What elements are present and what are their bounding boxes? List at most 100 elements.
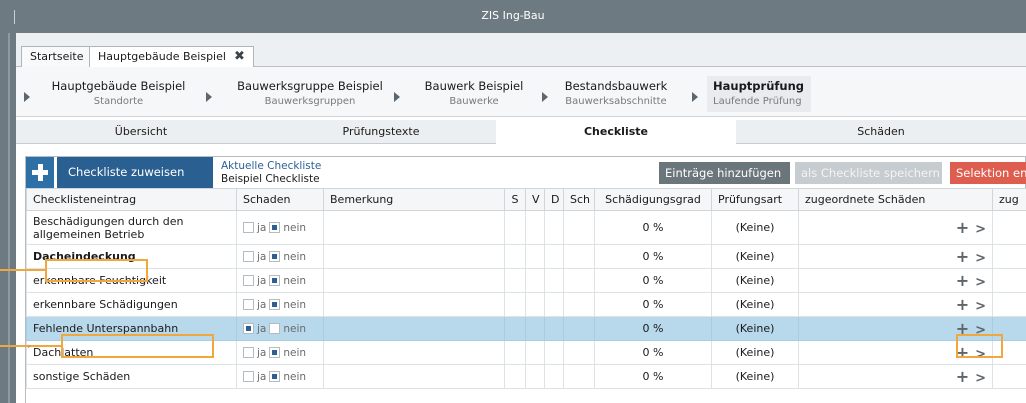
damage-yes-checkbox[interactable] (243, 323, 254, 334)
table-row[interactable]: Beschädigungen durch den allgemeinen Bet… (26, 210, 1026, 245)
sch-cell[interactable] (563, 316, 595, 341)
checklist-entry-cell[interactable]: sonstige Schäden (26, 364, 237, 389)
column-header[interactable]: D (544, 188, 564, 211)
chevron-right-icon[interactable]: > (975, 371, 986, 386)
table-row[interactable]: erkennbare Schädigungen ja nein 0 % (Keine) +… (26, 292, 1026, 317)
breadcrumb-item-bauwerksgruppen[interactable]: Bauwerksgruppe Beispiel Bauwerksgruppen (230, 79, 390, 109)
tab-schaeden[interactable]: Schäden (736, 120, 1026, 144)
d-cell[interactable] (544, 268, 564, 293)
chevron-right-icon[interactable]: > (975, 299, 986, 314)
sch-cell[interactable] (563, 210, 595, 245)
remark-cell[interactable] (323, 340, 505, 365)
chevron-right-icon[interactable]: > (975, 251, 986, 266)
chevron-right-icon[interactable]: > (975, 275, 986, 290)
checklist-entry-cell[interactable]: Beschädigungen durch den allgemeinen Bet… (26, 210, 237, 245)
d-cell[interactable] (544, 364, 564, 389)
remark-cell[interactable] (323, 364, 505, 389)
add-damage-icon[interactable]: + (956, 218, 969, 237)
tab-startseite[interactable]: Startseite (21, 46, 93, 67)
s-cell[interactable] (504, 340, 526, 365)
sch-cell[interactable] (563, 268, 595, 293)
add-damage-icon[interactable]: + (956, 247, 969, 266)
save-as-checklist-button[interactable]: als Checkliste speichern (795, 162, 942, 184)
s-cell[interactable] (504, 364, 526, 389)
breadcrumb-item-bauwerke[interactable]: Bauwerk Beispiel Bauwerke (418, 79, 530, 109)
sch-cell[interactable] (563, 340, 595, 365)
d-cell[interactable] (544, 210, 564, 245)
table-row[interactable]: Dacheindeckung ja nein 0 % (Keine) + > (26, 244, 1026, 269)
tab-checkliste[interactable]: Checkliste (496, 120, 736, 145)
add-entries-button[interactable]: Einträge hinzufügen (659, 162, 790, 184)
remark-cell[interactable] (323, 316, 505, 341)
v-cell[interactable] (525, 292, 545, 317)
damage-no-checkbox[interactable] (269, 222, 281, 233)
v-cell[interactable] (525, 316, 545, 341)
column-header[interactable]: Prüfungsart (711, 188, 799, 211)
damage-yes-checkbox[interactable] (243, 222, 254, 233)
column-header[interactable]: Schädigungsgrad (594, 188, 712, 211)
damage-no-checkbox[interactable] (269, 251, 281, 262)
s-cell[interactable] (504, 316, 526, 341)
damage-no-checkbox[interactable] (269, 371, 281, 382)
damage-no-checkbox[interactable] (269, 299, 281, 310)
tab-hauptgebaeude[interactable]: Hauptgebäude Beispiel ✖ (89, 46, 254, 68)
column-header[interactable]: S (504, 188, 526, 211)
damage-yes-checkbox[interactable] (243, 371, 254, 382)
remark-cell[interactable] (323, 292, 505, 317)
d-cell[interactable] (544, 316, 564, 341)
column-header[interactable]: Checklisteneintrag (26, 188, 237, 211)
damage-yes-checkbox[interactable] (243, 251, 254, 262)
s-cell[interactable] (504, 268, 526, 293)
breadcrumb-title: Bauwerk Beispiel (424, 79, 524, 93)
damage-yes-checkbox[interactable] (243, 299, 254, 310)
v-cell[interactable] (525, 268, 545, 293)
column-header[interactable]: Bemerkung (323, 188, 505, 211)
breadcrumb-item-bauwerksabschnitte[interactable]: Bestandsbauwerk Bauwerksabschnitte (558, 79, 674, 109)
s-cell[interactable] (504, 210, 526, 245)
s-cell[interactable] (504, 244, 526, 269)
breadcrumb-item-laufende-pruefung[interactable]: Hauptprüfung Laufende Prüfung (707, 76, 811, 112)
d-cell[interactable] (544, 340, 564, 365)
damage-yes-checkbox[interactable] (243, 347, 254, 358)
selection-button[interactable]: Selektion ent (950, 162, 1026, 184)
column-header[interactable]: Sch (563, 188, 595, 211)
d-cell[interactable] (544, 292, 564, 317)
tab-pruefungstexte[interactable]: Prüfungstexte (266, 120, 496, 144)
breadcrumb-item-standorte[interactable]: Hauptgebäude Beispiel Standorte (47, 79, 190, 109)
column-header[interactable]: zugeordnete Schäden (798, 188, 993, 211)
v-cell[interactable] (525, 364, 545, 389)
remark-cell[interactable] (323, 210, 505, 245)
tab-uebersicht[interactable]: Übersicht (16, 120, 266, 144)
table-row[interactable]: erkennbare Feuchtigkeit ja nein 0 % (Keine) +… (26, 268, 1026, 293)
damage-cell: ja nein (236, 244, 324, 269)
sch-cell[interactable] (563, 364, 595, 389)
column-header[interactable]: V (525, 188, 545, 211)
damage-no-label: nein (283, 275, 307, 287)
add-damage-icon[interactable]: + (956, 295, 969, 314)
sch-cell[interactable] (563, 292, 595, 317)
chevron-right-icon[interactable]: > (975, 222, 986, 237)
v-cell[interactable] (525, 210, 545, 245)
inspection-type-cell: (Keine) (711, 340, 799, 365)
remark-cell[interactable] (323, 244, 505, 269)
close-icon[interactable]: ✖ (234, 50, 245, 63)
s-cell[interactable] (504, 292, 526, 317)
damage-no-checkbox[interactable] (269, 275, 281, 286)
v-cell[interactable] (525, 244, 545, 269)
table-row[interactable]: sonstige Schäden ja nein 0 % (Keine) + > (26, 364, 1026, 389)
add-button[interactable] (26, 157, 54, 188)
v-cell[interactable] (525, 340, 545, 365)
checklist-entry-cell[interactable]: erkennbare Schädigungen (26, 292, 237, 317)
damage-yes-checkbox[interactable] (243, 275, 254, 286)
remark-cell[interactable] (323, 268, 505, 293)
add-damage-icon[interactable]: + (956, 271, 969, 290)
assign-checklist-button[interactable]: Checkliste zuweisen (57, 157, 213, 188)
d-cell[interactable] (544, 244, 564, 269)
sch-cell[interactable] (563, 244, 595, 269)
damage-no-checkbox[interactable] (269, 347, 281, 358)
damage-no-checkbox[interactable] (269, 323, 281, 334)
damage-grade-cell: 0 % (594, 210, 712, 245)
add-damage-icon[interactable]: + (956, 367, 969, 386)
column-header[interactable]: zug (992, 188, 1026, 211)
column-header[interactable]: Schaden (236, 188, 324, 211)
